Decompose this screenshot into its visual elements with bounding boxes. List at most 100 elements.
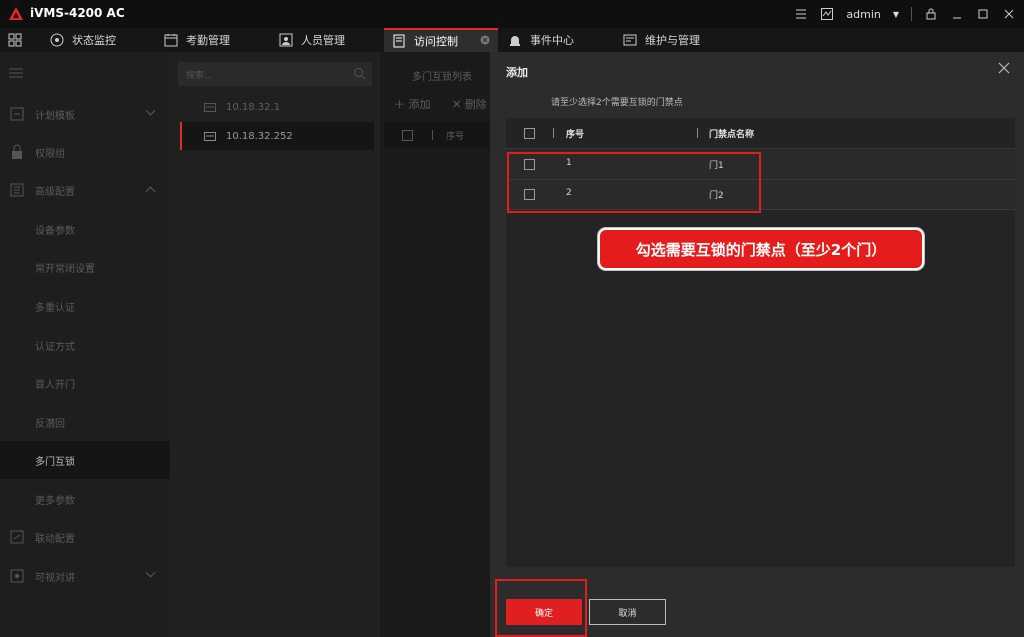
nav-multi-door-interlock[interactable]: 多门互锁 xyxy=(0,441,170,479)
select-all-checkbox[interactable] xyxy=(524,128,535,139)
nav-label: 可视对讲 xyxy=(35,572,75,584)
tab-event-center[interactable]: 事件中心 xyxy=(508,28,574,52)
tab-label: 事件中心 xyxy=(530,34,574,47)
advanced-icon xyxy=(10,183,24,197)
tab-access-control[interactable]: 访问控制 xyxy=(384,28,498,52)
add-label: 添加 xyxy=(408,98,431,111)
nav-auth-mode[interactable]: 认证方式 xyxy=(0,326,170,364)
tab-label: 维护与管理 xyxy=(645,34,700,47)
tab-label: 考勤管理 xyxy=(186,34,230,47)
nav-schedule-template[interactable]: 计划模板 xyxy=(0,95,170,133)
device-search-input[interactable]: 搜索... xyxy=(178,62,372,86)
column-separator xyxy=(432,130,433,140)
collapse-menu-icon[interactable] xyxy=(9,68,23,78)
grid-menu-icon[interactable] xyxy=(8,33,22,47)
close-tab-icon[interactable] xyxy=(480,35,490,48)
nav-multi-auth[interactable]: 多重认证 xyxy=(0,287,170,325)
menu-list-icon[interactable] xyxy=(794,7,808,21)
nav-label: 高级配置 xyxy=(35,186,75,198)
tab-label: 人员管理 xyxy=(301,34,345,47)
search-placeholder: 搜索... xyxy=(186,71,213,81)
nav-more-params[interactable]: 更多参数 xyxy=(0,480,170,518)
callout-text: 勾选需要互锁的门禁点（至少2个门） xyxy=(635,240,887,259)
column-name-header: 门禁点名称 xyxy=(709,130,755,140)
device-ip: 10.18.32.1 xyxy=(226,101,281,113)
chevron-up-icon xyxy=(145,186,156,197)
device-ip: 10.18.32.252 xyxy=(226,130,293,142)
window-controls: admin ▼ xyxy=(794,0,1024,28)
column-index-header: 序号 xyxy=(566,130,585,140)
dialog-hint: 请至少选择2个需要互锁的门禁点 xyxy=(551,98,683,108)
list-title: 多门互锁列表 xyxy=(412,72,472,83)
close-icon[interactable] xyxy=(996,60,1012,76)
nav-video-intercom[interactable]: 可视对讲 xyxy=(0,557,170,595)
door-table-header: 序号 门禁点名称 xyxy=(506,118,1015,149)
cancel-label: 取消 xyxy=(618,608,637,619)
linkage-icon xyxy=(10,530,24,544)
device-icon xyxy=(204,102,216,112)
door-access-icon xyxy=(392,34,406,48)
nav-linkage-config[interactable]: 联动配置 xyxy=(0,518,170,556)
separator xyxy=(911,7,912,21)
tab-status-monitor[interactable]: 状态监控 xyxy=(50,28,116,52)
delete-interlock-button[interactable]: ✕ 删除 xyxy=(452,96,487,112)
intercom-icon xyxy=(10,569,24,583)
nav-open-close-settings[interactable]: 常开常闭设置 xyxy=(0,248,170,286)
person-card-icon xyxy=(279,33,293,47)
schedule-icon xyxy=(10,107,24,121)
nav-label: 更多参数 xyxy=(35,495,75,507)
nav-label: 多重认证 xyxy=(35,302,75,314)
add-interlock-button[interactable]: ＋ 添加 xyxy=(394,96,431,112)
maintenance-icon xyxy=(623,33,637,47)
tab-maintenance[interactable]: 维护与管理 xyxy=(623,28,700,52)
alarm-bell-icon xyxy=(508,33,522,47)
column-separator xyxy=(697,128,698,138)
nav-label: 认证方式 xyxy=(35,341,75,353)
app-logo-icon xyxy=(9,7,23,20)
minimize-icon[interactable] xyxy=(950,7,964,21)
nav-label: 反潜回 xyxy=(35,418,65,430)
nav-label: 设备参数 xyxy=(35,225,75,237)
nav-anti-passback[interactable]: 反潜回 xyxy=(0,403,170,441)
close-window-icon[interactable] xyxy=(1002,7,1016,21)
delete-label: 删除 xyxy=(464,98,487,111)
nav-label: 首人开门 xyxy=(35,379,75,391)
nav-device-params[interactable]: 设备参数 xyxy=(0,210,170,248)
annotation-callout: 勾选需要互锁的门禁点（至少2个门） xyxy=(598,228,924,270)
chevron-down-icon xyxy=(145,567,156,578)
cancel-button[interactable]: 取消 xyxy=(589,599,666,625)
tab-personnel[interactable]: 人员管理 xyxy=(279,28,345,52)
lock-icon xyxy=(12,144,22,159)
ok-button[interactable]: 确定 xyxy=(506,599,582,625)
performance-chart-icon[interactable] xyxy=(820,7,834,21)
select-all-checkbox[interactable] xyxy=(402,130,413,141)
column-separator xyxy=(553,128,554,138)
ok-label: 确定 xyxy=(534,608,553,619)
app-title: iVMS-4200 AC xyxy=(30,6,125,20)
nav-advanced-config[interactable]: 高级配置 xyxy=(0,171,170,209)
tab-label: 访问控制 xyxy=(414,35,458,48)
calendar-icon xyxy=(164,33,178,47)
chevron-down-icon[interactable]: ▼ xyxy=(893,10,899,19)
device-icon xyxy=(204,131,216,141)
nav-permission-group[interactable]: 权限组 xyxy=(0,133,170,171)
nav-label: 多门互锁 xyxy=(35,456,75,468)
nav-label: 权限组 xyxy=(35,148,65,160)
column-index-header: 序号 xyxy=(446,132,465,142)
lock-screen-icon[interactable] xyxy=(924,7,938,21)
tab-label: 状态监控 xyxy=(72,34,116,47)
user-name[interactable]: admin xyxy=(846,8,880,21)
tab-attendance[interactable]: 考勤管理 xyxy=(164,28,230,52)
device-item-selected[interactable]: 10.18.32.252 xyxy=(180,122,374,150)
nav-label: 常开常闭设置 xyxy=(35,263,95,275)
chevron-down-icon xyxy=(145,105,156,116)
delete-icon: ✕ xyxy=(452,98,462,111)
device-item[interactable]: 10.18.32.1 xyxy=(180,93,372,121)
list-header: 序号 xyxy=(384,122,490,148)
nav-label: 联动配置 xyxy=(35,533,75,545)
nav-first-person[interactable]: 首人开门 xyxy=(0,364,170,402)
maximize-icon[interactable] xyxy=(976,7,990,21)
nav-label: 计划模板 xyxy=(35,110,75,122)
search-icon[interactable] xyxy=(353,67,366,80)
highlight-box-rows xyxy=(507,152,761,213)
